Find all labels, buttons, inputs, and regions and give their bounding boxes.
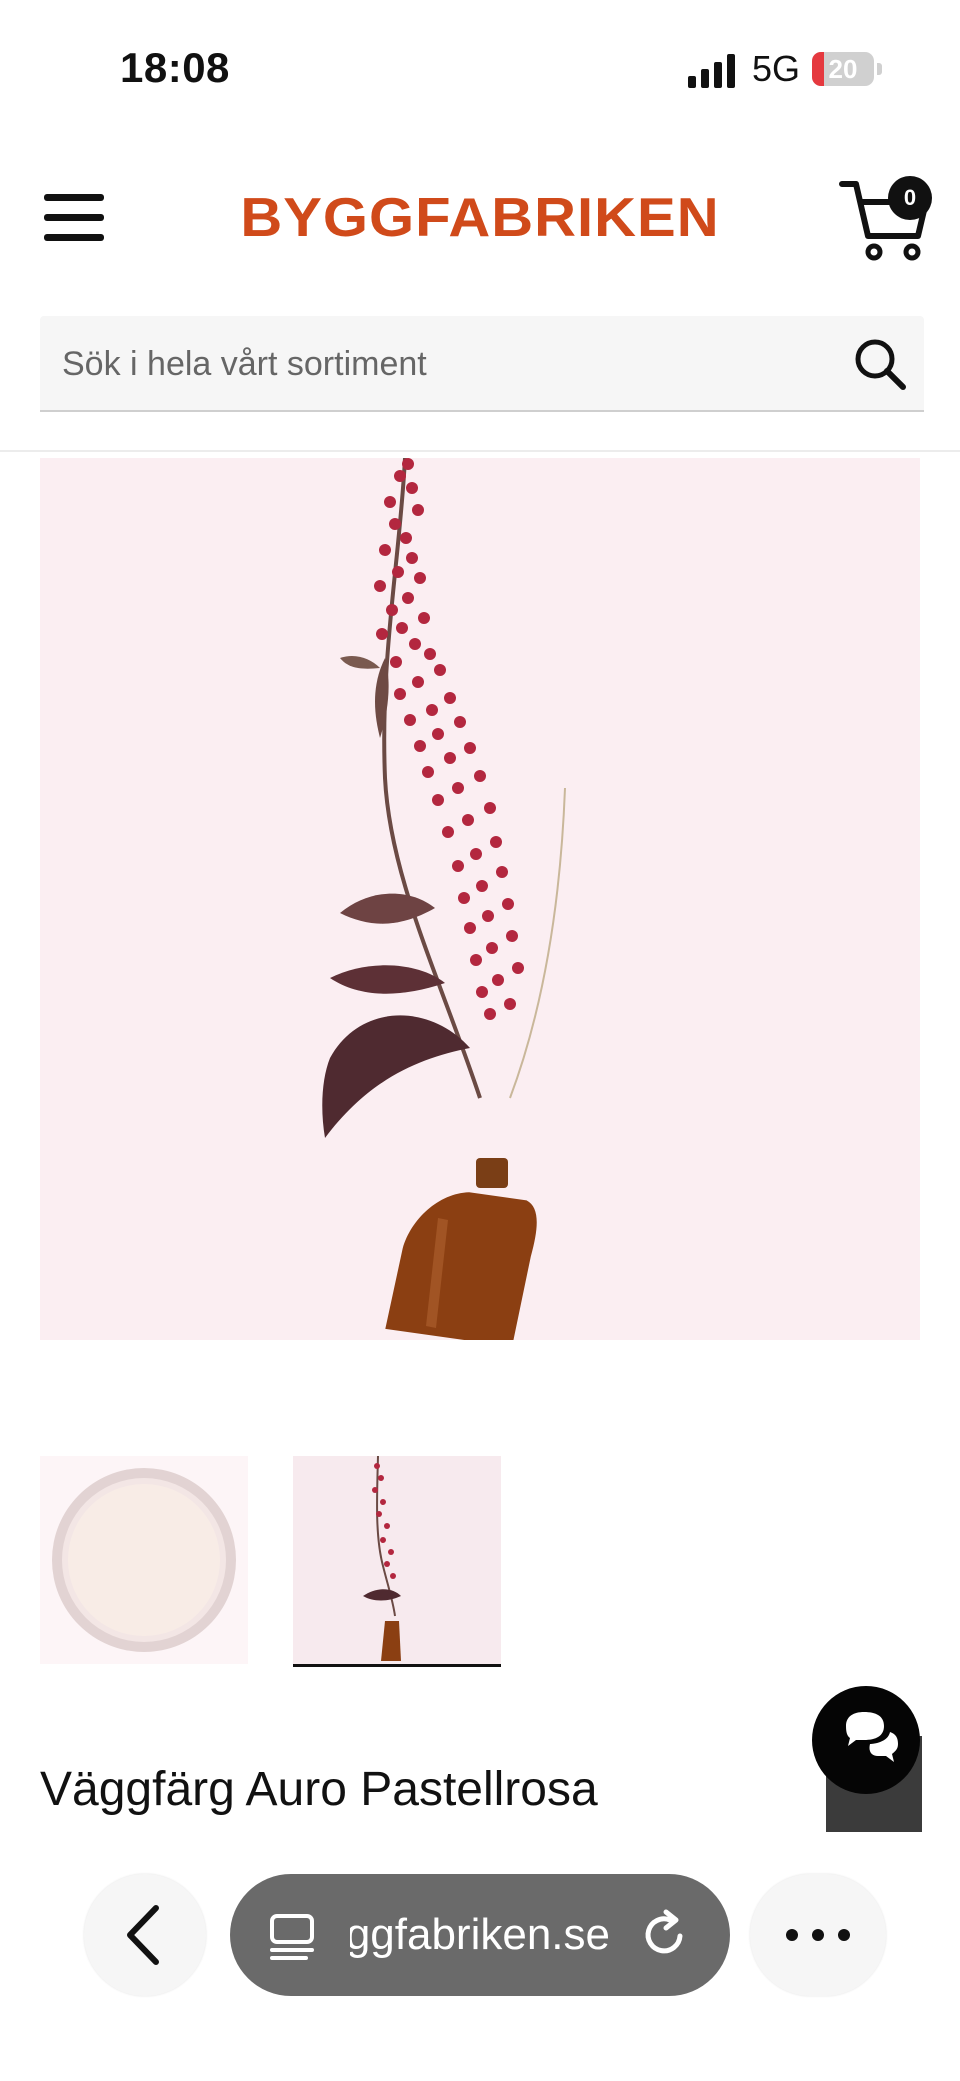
- berry: [402, 592, 414, 604]
- berry: [512, 962, 524, 974]
- address-bar[interactable]: byggfabriken.se: [230, 1874, 730, 1996]
- berry: [474, 770, 486, 782]
- paint-can-image: [52, 1468, 236, 1652]
- browser-back-button[interactable]: [84, 1874, 206, 1996]
- berry: [406, 482, 418, 494]
- berry: [496, 866, 508, 878]
- berry: [464, 742, 476, 754]
- reload-icon[interactable]: [638, 1908, 692, 1962]
- berry: [462, 814, 474, 826]
- berry: [389, 518, 401, 530]
- berry: [452, 782, 464, 794]
- plant-bottle-thumbnail-image: [293, 1456, 501, 1661]
- berry: [506, 930, 518, 942]
- berry: [422, 766, 434, 778]
- berry: [470, 848, 482, 860]
- product-image-illustration: [40, 458, 920, 1340]
- address-url[interactable]: byggfabriken.se: [350, 1874, 610, 1996]
- reader-icon[interactable]: [266, 1910, 318, 1962]
- berry: [426, 704, 438, 716]
- cart-count-badge[interactable]: 0: [888, 176, 932, 220]
- berry: [490, 836, 502, 848]
- more-dots-icon: [786, 1929, 850, 1941]
- berry: [484, 802, 496, 814]
- berry: [504, 998, 516, 1010]
- berry: [396, 622, 408, 634]
- berry: [502, 898, 514, 910]
- status-time: 18:08: [120, 44, 230, 91]
- berry: [418, 612, 430, 624]
- berry: [394, 470, 406, 482]
- berry: [402, 458, 414, 470]
- site-logo[interactable]: BYGGFABRIKEN: [200, 186, 760, 250]
- berry: [486, 942, 498, 954]
- berry: [414, 740, 426, 752]
- berry: [412, 504, 424, 516]
- berry: [406, 552, 418, 564]
- hamburger-menu-icon[interactable]: [40, 188, 112, 248]
- berry: [482, 910, 494, 922]
- chat-button[interactable]: [812, 1686, 920, 1794]
- berry: [444, 752, 456, 764]
- berry: [412, 676, 424, 688]
- berry: [454, 716, 466, 728]
- signal-strength-icon: [688, 54, 735, 88]
- berry: [414, 572, 426, 584]
- berry: [432, 794, 444, 806]
- berry: [444, 692, 456, 704]
- berry: [492, 974, 504, 986]
- berry: [476, 880, 488, 892]
- berry: [390, 656, 402, 668]
- thumbnail-plant-bottle[interactable]: [293, 1456, 501, 1667]
- search-icon[interactable]: [850, 334, 910, 394]
- battery-icon: 20: [812, 52, 882, 86]
- search-bar: [40, 316, 924, 412]
- berry: [484, 1008, 496, 1020]
- berry: [374, 580, 386, 592]
- berry: [384, 496, 396, 508]
- network-type: 5G: [752, 48, 801, 89]
- berry: [470, 954, 482, 966]
- berry: [394, 688, 406, 700]
- berry: [458, 892, 470, 904]
- product-title: Väggfärg Auro Pastellrosa: [40, 1763, 598, 1816]
- berry: [434, 664, 446, 676]
- header-divider: [0, 450, 960, 452]
- berry: [424, 648, 436, 660]
- browser-more-button[interactable]: [750, 1874, 886, 1996]
- berry: [442, 826, 454, 838]
- berry: [386, 604, 398, 616]
- berry: [404, 714, 416, 726]
- search-input[interactable]: [60, 316, 844, 412]
- battery-level: 20: [828, 54, 858, 84]
- berry: [432, 728, 444, 740]
- berry: [376, 628, 388, 640]
- berry: [476, 986, 488, 998]
- berry: [379, 544, 391, 556]
- product-main-image[interactable]: [40, 458, 920, 1340]
- chat-bubbles-icon: [846, 1712, 898, 1762]
- berry: [400, 532, 412, 544]
- thumbnail-paint-can[interactable]: [40, 1456, 248, 1664]
- berry: [392, 566, 404, 578]
- berry: [409, 638, 421, 650]
- berry: [464, 922, 476, 934]
- berry: [452, 860, 464, 872]
- chevron-left-icon: [127, 1905, 159, 1965]
